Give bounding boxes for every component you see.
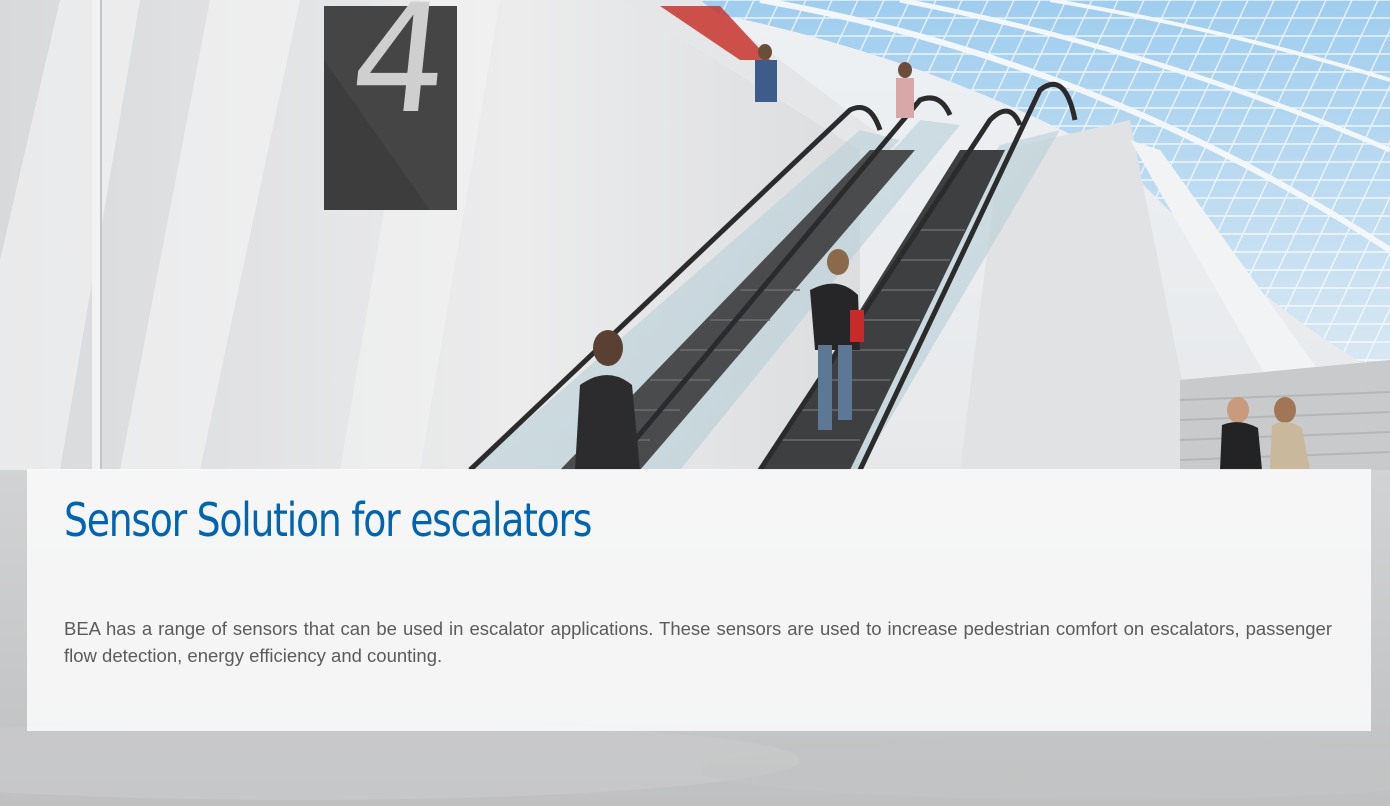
page-title: Sensor Solution for escalators: [64, 493, 592, 547]
hero-description: BEA has a range of sensors that can be u…: [64, 618, 1332, 666]
floor-sign-number: 4: [342, 0, 457, 147]
hero-banner: 4 Sensor Solution for escalators BEA has…: [0, 0, 1390, 806]
hero-text-panel: Sensor Solution for escalators BEA has a…: [27, 469, 1371, 731]
